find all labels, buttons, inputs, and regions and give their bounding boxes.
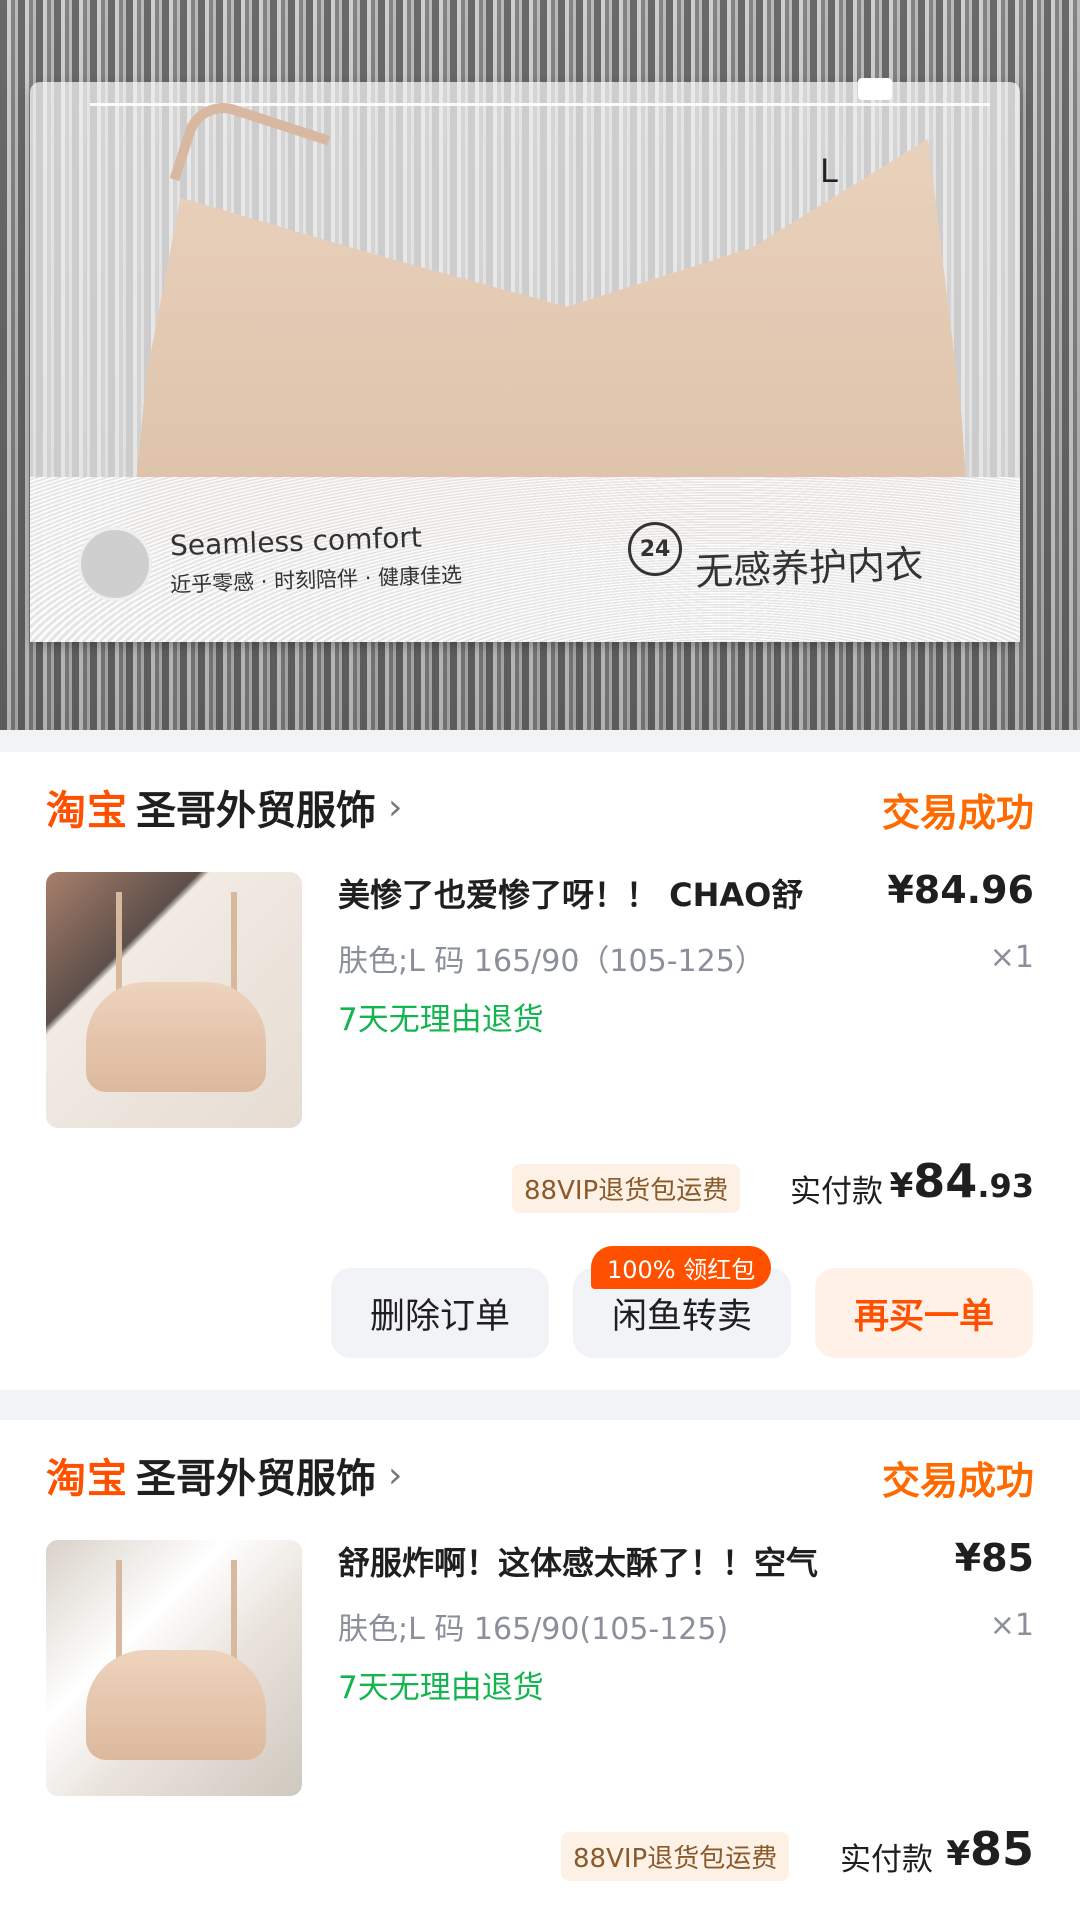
order-status: 交易成功 [881, 1459, 1034, 1503]
thumb-strap [231, 892, 237, 992]
vip-tag: 88VIP退货包运费 [561, 1832, 790, 1881]
product-price: ¥85 [954, 1536, 1034, 1580]
chevron-right-icon: › [388, 1454, 403, 1496]
pay-currency: ¥ [946, 1834, 970, 1874]
shop-name: 圣哥外贸服饰 [136, 788, 376, 834]
product-sku: 肤色;L 码 165/90（105-125） [338, 944, 765, 979]
order-status: 交易成功 [881, 791, 1034, 835]
product-quantity: ×1 [989, 1608, 1034, 1643]
pay-amount: ¥84.93 [890, 1154, 1034, 1208]
refund-policy: 7天无理由退货 [338, 1670, 544, 1706]
product-title[interactable]: 舒服炸啊！这体感太酥了！！空气 [338, 1538, 858, 1584]
vip-tag: 88VIP退货包运费 [512, 1164, 741, 1213]
thumb-strap [231, 1560, 237, 1660]
refund-policy: 7天无理由退货 [338, 1002, 544, 1038]
product-title[interactable]: 美惨了也爱惨了呀！！ CHAO舒 [338, 870, 858, 916]
hours-24-icon: 24 [628, 522, 682, 576]
packaging-bag: L Seamless comfort 近乎零感 · 时刻陪伴 · 健康佳选 24… [30, 78, 1020, 642]
shop-name: 圣哥外贸服饰 [136, 1456, 376, 1502]
pay-integer: 85 [969, 1822, 1034, 1876]
pay-integer: 84 [913, 1154, 978, 1208]
rebuy-button[interactable]: 再买一单 [815, 1268, 1033, 1358]
product-sku: 肤色;L 码 165/90(105-125) [338, 1612, 729, 1647]
order-card[interactable]: 淘宝 圣哥外贸服饰 › 交易成功 舒服炸啊！这体感太酥了！！空气 ¥85 肤色;… [0, 1420, 1080, 1915]
size-label: L [820, 152, 838, 190]
taobao-logo: 淘宝 [46, 1456, 128, 1502]
thumb-strap [116, 892, 122, 992]
pay-decimal: .93 [977, 1167, 1034, 1205]
band-title: 无感养护内衣 [694, 542, 924, 594]
product-price: ¥84.96 [887, 868, 1034, 912]
product-thumbnail[interactable] [46, 872, 302, 1128]
product-thumbnail[interactable] [46, 1540, 302, 1796]
pay-label: 实付款 [790, 1174, 883, 1210]
pay-currency: ¥ [889, 1166, 914, 1206]
shop-header[interactable]: 淘宝 圣哥外贸服饰 › [46, 1446, 402, 1504]
thumb-garment [86, 1650, 266, 1760]
chevron-right-icon: › [388, 786, 403, 828]
bag-zipper-tab [858, 78, 892, 100]
delete-order-button[interactable]: 删除订单 [331, 1268, 549, 1358]
thumb-garment [86, 982, 266, 1092]
garment-icon [78, 527, 152, 601]
pay-amount: ¥85 [946, 1822, 1034, 1876]
pay-label: 实付款 [840, 1842, 933, 1878]
product-photo[interactable]: L Seamless comfort 近乎零感 · 时刻陪伴 · 健康佳选 24… [0, 0, 1080, 730]
shop-header[interactable]: 淘宝 圣哥外贸服饰 › [46, 778, 402, 836]
order-card[interactable]: 淘宝 圣哥外贸服饰 › 交易成功 美惨了也爱惨了呀！！ CHAO舒 ¥84.96… [0, 752, 1080, 1390]
taobao-logo: 淘宝 [46, 788, 128, 834]
thumb-strap [116, 1560, 122, 1660]
product-quantity: ×1 [989, 940, 1034, 975]
red-packet-badge: 100% 领红包 [591, 1246, 772, 1289]
